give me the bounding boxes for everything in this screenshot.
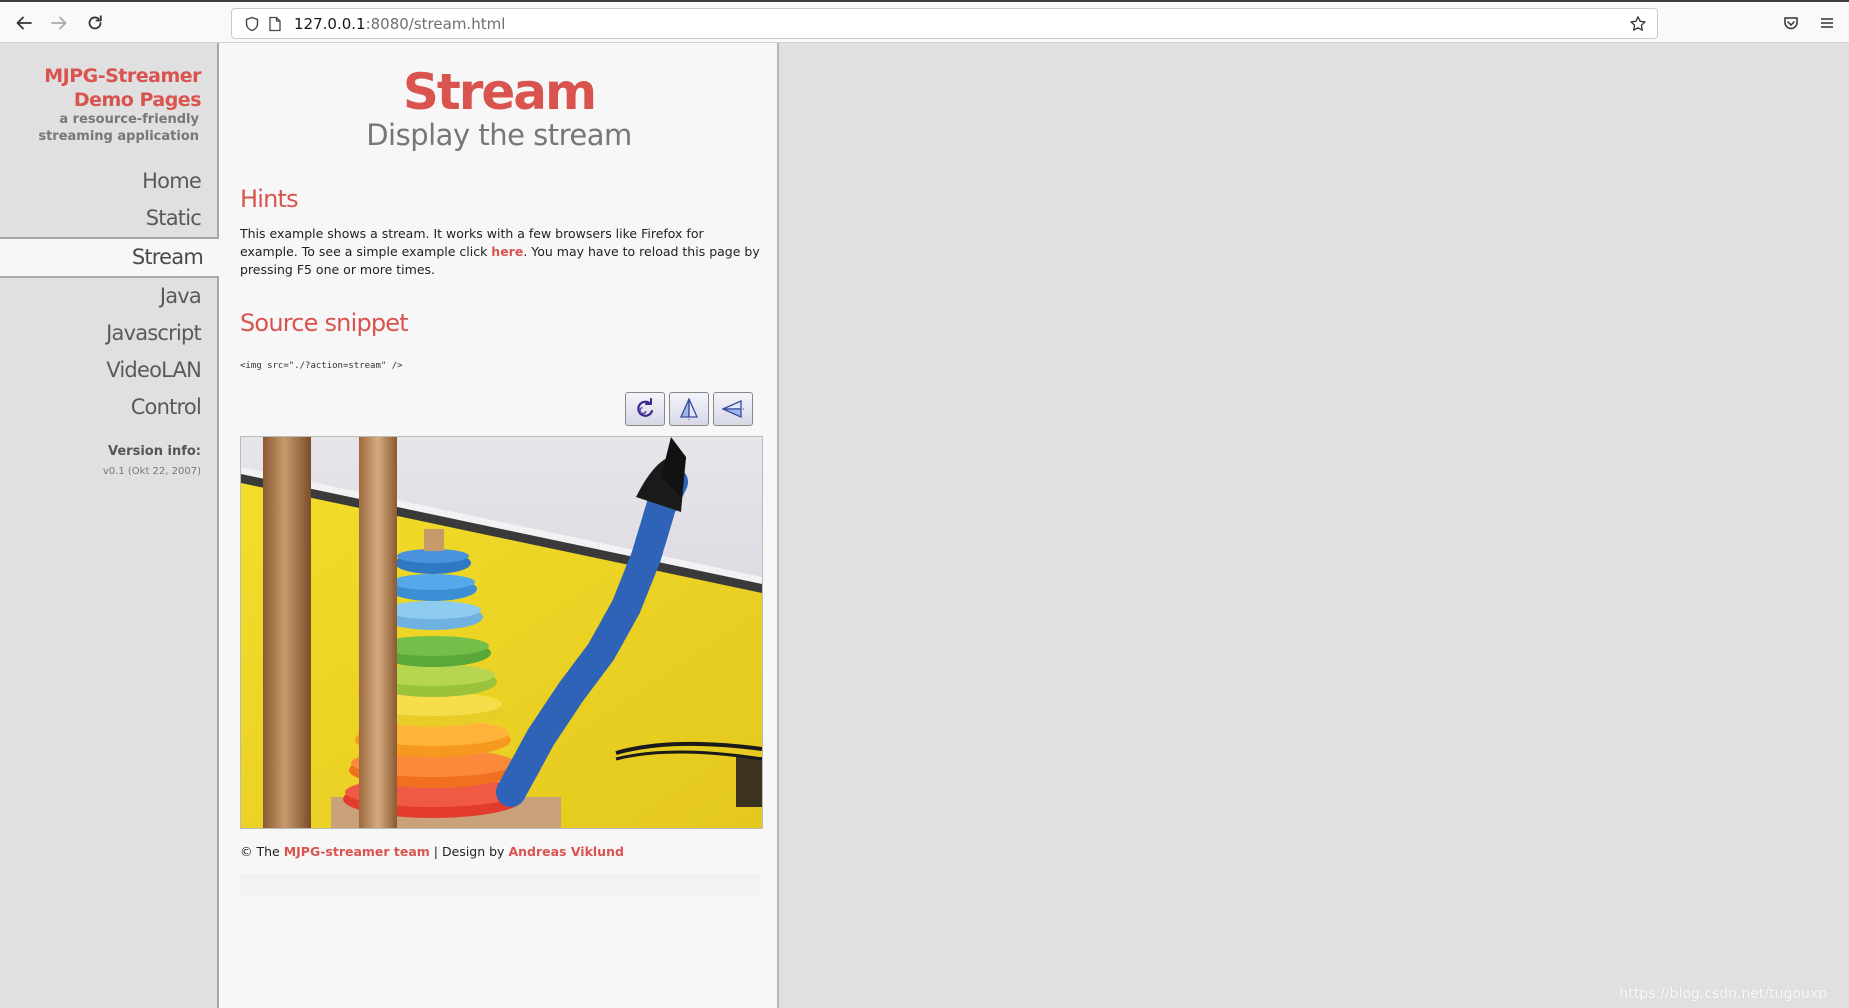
nav-item-stream[interactable]: Stream (0, 237, 219, 278)
rotate-button[interactable] (625, 392, 665, 426)
designer-link[interactable]: Andreas Viklund (508, 844, 623, 859)
pocket-button[interactable] (1774, 8, 1808, 38)
version-value: v0.1 (Okt 22, 2007) (102, 466, 201, 477)
back-arrow-icon (16, 16, 32, 30)
forward-button[interactable] (42, 8, 76, 38)
site-tagline: a resource-friendly streaming applicatio… (0, 111, 199, 145)
main-content: Stream Display the stream Hints This exa… (219, 43, 779, 1008)
menu-button[interactable] (1810, 8, 1844, 38)
back-button[interactable] (7, 8, 41, 38)
page-subtitle: Display the stream (366, 118, 632, 152)
shield-icon[interactable] (244, 16, 260, 32)
menu-icon (1821, 18, 1833, 28)
nav-item-javascript[interactable]: Javascript (0, 315, 217, 352)
watermark: https://blog.csdn.net/tugouxp (1619, 986, 1827, 1002)
source-snippet-heading: Source snippet (240, 309, 409, 337)
mjpg-team-link[interactable]: MJPG-streamer team (284, 844, 430, 859)
reload-button[interactable] (78, 8, 112, 38)
flip-horizontal-icon (722, 399, 744, 419)
nav-item-java[interactable]: Java (0, 278, 217, 315)
sidebar: MJPG-Streamer Demo Pages a resource-frie… (0, 43, 219, 1008)
url-path: :8080/stream.html (365, 15, 506, 33)
page-title: Stream (402, 63, 597, 121)
footer-strip (240, 874, 760, 896)
browser-toolbar: 127.0.0.1:8080/stream.html (0, 0, 1849, 43)
pocket-icon (1784, 17, 1798, 30)
flip-vertical-button[interactable] (669, 392, 709, 426)
url-host: 127.0.0.1 (294, 15, 366, 33)
hints-heading: Hints (240, 185, 299, 213)
stream-scene (241, 437, 762, 828)
hints-paragraph: This example shows a stream. It works wi… (240, 225, 765, 279)
footer-middle: | Design by (429, 844, 509, 859)
url-text[interactable]: 127.0.0.1:8080/stream.html (294, 15, 505, 33)
site-title-line1: MJPG-Streamer (44, 65, 201, 87)
nav-item-home[interactable]: Home (0, 163, 217, 200)
forward-arrow-icon (51, 16, 67, 30)
tagline-line1: a resource-friendly (59, 112, 199, 127)
star-icon[interactable] (1629, 15, 1647, 33)
address-bar[interactable]: 127.0.0.1:8080/stream.html (231, 8, 1658, 39)
footer-prefix: © The (240, 844, 284, 859)
stream-image (240, 436, 763, 829)
site-title-line2: Demo Pages (73, 89, 202, 111)
page-icon[interactable] (268, 16, 282, 32)
nav-menu: Home Static Stream Java Javascript Video… (0, 163, 219, 426)
source-code: <img src="./?action=stream" /> (240, 361, 403, 371)
rotate-icon (637, 398, 654, 417)
flip-vertical-icon (679, 398, 699, 420)
nav-item-control[interactable]: Control (0, 389, 217, 426)
flip-horizontal-button[interactable] (713, 392, 753, 426)
reload-icon (88, 15, 102, 30)
tagline-line2: streaming application (38, 129, 199, 144)
footer: © The MJPG-streamer team | Design by And… (240, 844, 624, 859)
version-label: Version info: (108, 444, 201, 459)
here-link[interactable]: here (491, 244, 523, 259)
site-title: MJPG-Streamer Demo Pages (0, 64, 201, 112)
nav-item-static[interactable]: Static (0, 200, 217, 237)
nav-item-videolan[interactable]: VideoLAN (0, 352, 217, 389)
